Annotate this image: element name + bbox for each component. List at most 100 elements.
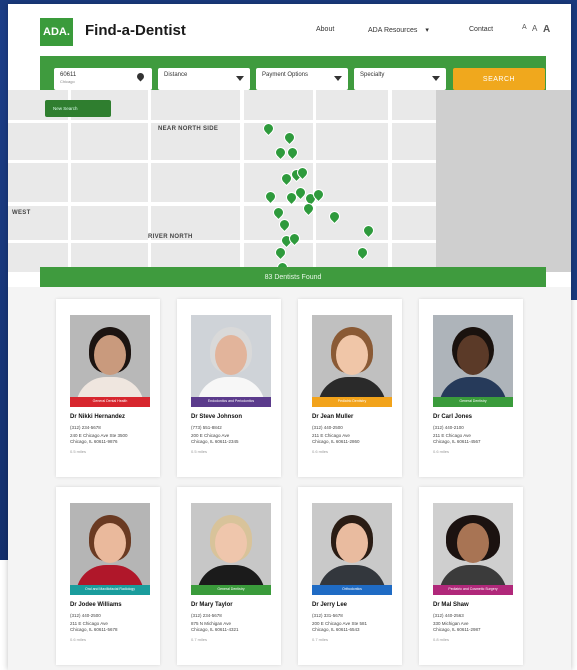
specialty-select[interactable]: Specialty [354, 68, 446, 90]
nav-about[interactable]: About [316, 26, 334, 33]
dentist-distance: 0.5 miles [191, 449, 208, 454]
map-pin-icon[interactable] [286, 146, 299, 159]
results-map[interactable]: NEAR NORTH SIDE RIVER NORTH WEST New Sea… [8, 90, 571, 272]
photo-face [336, 335, 368, 375]
lake-area [436, 90, 571, 272]
ada-logo[interactable]: ADA. [40, 18, 73, 46]
dentist-name[interactable]: Dr Mal Shaw [433, 602, 469, 608]
photo-shoulders [318, 377, 386, 397]
map-pin-icon[interactable] [264, 190, 277, 203]
dentist-photo [70, 315, 150, 397]
dentist-card[interactable]: General Dental Health Dr Nikki Hernandez… [56, 299, 160, 477]
dentist-card[interactable]: Oral and Maxillofacial Radiology Dr Jode… [56, 487, 160, 665]
dentist-address-2: Chicago, IL 60611-4321 [191, 627, 239, 632]
dentist-photo [433, 503, 513, 585]
map-road [148, 90, 151, 272]
chevron-down-icon: ▾ [425, 27, 429, 34]
text-size-medium[interactable]: A [532, 24, 537, 33]
text-size-large[interactable]: A [543, 24, 550, 35]
distance-select[interactable]: Distance [158, 68, 250, 90]
map-pin-icon[interactable] [278, 218, 291, 231]
dentist-card[interactable]: Endodontics and Periodontics Dr Steve Jo… [177, 299, 281, 477]
dentist-name[interactable]: Dr Jean Muller [312, 414, 353, 420]
dentist-phone: (312) 234-5678 [70, 425, 101, 430]
new-search-button[interactable]: New Search [45, 100, 111, 117]
map-pin-icon[interactable] [362, 224, 375, 237]
map-pin-icon[interactable] [356, 246, 369, 259]
dentist-distance: 0.6 miles [70, 637, 87, 642]
dentist-card[interactable]: General Dentistry Dr Carl Jones (312) 44… [419, 299, 523, 477]
dentist-distance: 0.6 miles [312, 449, 329, 454]
payment-options-select[interactable]: Payment Options [256, 68, 348, 90]
photo-shoulders [318, 565, 386, 585]
dentist-address-2: Chicago, IL 60611-6543 [312, 627, 360, 632]
text-size-small[interactable]: A [522, 24, 527, 31]
location-value: 60611 [60, 72, 77, 78]
specialty-badge: Endodontics and Periodontics [191, 397, 271, 407]
dentist-name[interactable]: Dr Jerry Lee [312, 602, 347, 608]
map-label-near-north: NEAR NORTH SIDE [158, 126, 219, 132]
payment-options-label: Payment Options [262, 72, 309, 78]
dentist-distance: 0.6 miles [433, 449, 450, 454]
dentist-phone: (312) 440-2500 [70, 613, 101, 618]
dentist-address-1: 211 E Chicago Ave [70, 621, 108, 626]
dentist-address-1: 330 Michigan Ave [433, 621, 469, 626]
dentist-distance: 0.8 miles [433, 637, 450, 642]
page-title: Find-a-Dentist [85, 22, 186, 39]
photo-shoulders [197, 377, 265, 397]
map-road [240, 90, 244, 272]
dentist-address-2: Chicago, IL 60611-5678 [70, 627, 118, 632]
dentist-name[interactable]: Dr Jodee Williams [70, 602, 122, 608]
dentist-photo [191, 315, 271, 397]
results-count: 83 Dentists Found [40, 267, 546, 287]
map-pin-icon[interactable] [262, 122, 275, 135]
map-pin-icon[interactable] [274, 146, 287, 159]
dentist-card[interactable]: Pediatric Dentistry Dr Jean Muller (312)… [298, 299, 402, 477]
nav-ada-resources[interactable]: ADA Resources ▾ [368, 26, 429, 34]
dentist-card[interactable]: Orthodontics Dr Jerry Lee (312) 331-5678… [298, 487, 402, 665]
photo-face [215, 335, 247, 375]
dentist-phone: (312) 440-2100 [433, 425, 464, 430]
photo-face [94, 523, 126, 563]
photo-shoulders [76, 377, 144, 397]
app-window: ADA. Find-a-Dentist About ADA Resources … [8, 4, 571, 670]
specialty-badge: General Dentistry [433, 397, 513, 407]
dentist-name[interactable]: Dr Steve Johnson [191, 414, 242, 420]
dentist-address-1: 211 E Chicago Ave [312, 433, 350, 438]
dentist-address-2: Chicago, IL 60611-2987 [433, 627, 481, 632]
map-pin-icon[interactable] [328, 210, 341, 223]
map-label-river-north: RIVER NORTH [148, 234, 193, 240]
location-input[interactable]: 60611 Chicago [54, 68, 152, 90]
map-road [8, 120, 436, 123]
nav-contact[interactable]: Contact [469, 26, 493, 33]
dentist-card[interactable]: General Dentistry Dr Mary Taylor (312) 2… [177, 487, 281, 665]
dentist-address-2: Chicago, IL 60611-2345 [191, 439, 239, 444]
dentist-name[interactable]: Dr Carl Jones [433, 414, 472, 420]
caret-down-icon [236, 76, 244, 81]
dentist-address-1: 211 E Chicago Ave [433, 433, 471, 438]
map-pin-icon[interactable] [283, 131, 296, 144]
dentist-card[interactable]: Pediatric and Cosmetic Surgery Dr Mal Sh… [419, 487, 523, 665]
map-pin-icon[interactable] [274, 246, 287, 259]
map-road [388, 90, 392, 272]
map-road [8, 240, 436, 243]
dentist-address-1: 240 E Chicago Ave Ste 3500 [70, 433, 128, 438]
search-button[interactable]: SEARCH [453, 68, 545, 90]
dentist-address-1: 200 E Chicago Ave [191, 433, 230, 438]
map-label-west: WEST [12, 210, 31, 216]
photo-face [215, 523, 247, 563]
dentist-phone: (312) 440-2563 [433, 613, 464, 618]
dentist-results-grid: General Dental Health Dr Nikki Hernandez… [8, 287, 571, 670]
distance-label: Distance [164, 72, 188, 78]
dentist-distance: 0.7 miles [312, 637, 329, 642]
dentist-photo [312, 315, 392, 397]
dentist-photo [70, 503, 150, 585]
map-pin-icon[interactable] [272, 206, 285, 219]
dentist-photo [312, 503, 392, 585]
specialty-badge: Oral and Maxillofacial Radiology [70, 585, 150, 595]
dentist-phone: (312) 234-5678 [191, 613, 222, 618]
dentist-name[interactable]: Dr Nikki Hernandez [70, 414, 125, 420]
dentist-name[interactable]: Dr Mary Taylor [191, 602, 233, 608]
photo-shoulders [197, 565, 265, 585]
map-road [8, 160, 436, 163]
